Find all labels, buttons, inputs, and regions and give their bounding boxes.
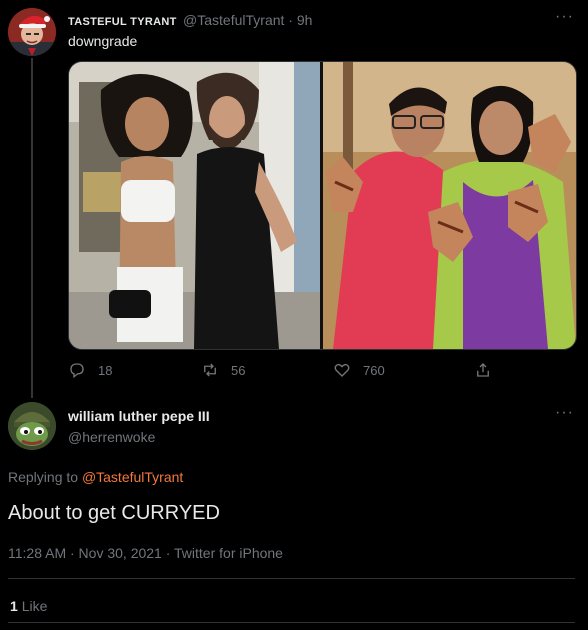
tweet-header: TASTEFUL TYRANT @TastefulTyrant · 9h (68, 12, 312, 30)
display-name[interactable]: william luther pepe III (68, 408, 210, 424)
reply-icon (70, 363, 84, 379)
avatar-image (8, 8, 56, 56)
retweet-count: 56 (231, 362, 246, 378)
handle[interactable]: @herrenwoke (68, 429, 155, 445)
avatar-image (8, 402, 56, 450)
reply-action[interactable]: 18 (68, 361, 112, 379)
media-photo-left[interactable] (69, 62, 320, 349)
replying-to-link[interactable]: @TastefulTyrant (82, 469, 183, 485)
retweet-action[interactable]: 56 (201, 361, 245, 379)
tweet-text: downgrade (68, 33, 138, 49)
divider (8, 578, 575, 579)
likes-count: 1 (10, 598, 18, 614)
share-icon (477, 363, 489, 377)
like-icon (334, 363, 350, 377)
media-grid[interactable] (68, 61, 577, 350)
photo-couple-henna (323, 62, 576, 349)
like-count: 760 (363, 362, 385, 378)
likes-summary[interactable]: 1 Like (10, 598, 47, 614)
display-name[interactable]: TASTEFUL TYRANT (68, 16, 177, 28)
reply-count: 18 (98, 362, 113, 378)
replying-to: Replying to @TastefulTyrant (8, 469, 183, 485)
avatar[interactable] (8, 402, 56, 450)
thread-line (31, 58, 33, 398)
handle-and-time[interactable]: @TastefulTyrant · 9h (183, 12, 312, 28)
timestamp[interactable]: 11:28 AM · Nov 30, 2021 · Twitter for iP… (8, 545, 283, 561)
share-action[interactable] (474, 361, 492, 379)
photo-couple-street (69, 62, 320, 349)
like-action[interactable]: 760 (333, 361, 385, 379)
replying-prefix: Replying to (8, 469, 82, 485)
media-photo-right[interactable] (323, 62, 576, 349)
retweet-icon (204, 363, 216, 377)
avatar[interactable] (8, 8, 56, 56)
divider (8, 622, 575, 623)
more-options-button[interactable]: ··· (555, 8, 574, 26)
more-options-button[interactable]: ··· (555, 404, 574, 422)
reply-text: About to get CURRYED (8, 502, 220, 524)
likes-label: Like (21, 598, 48, 614)
